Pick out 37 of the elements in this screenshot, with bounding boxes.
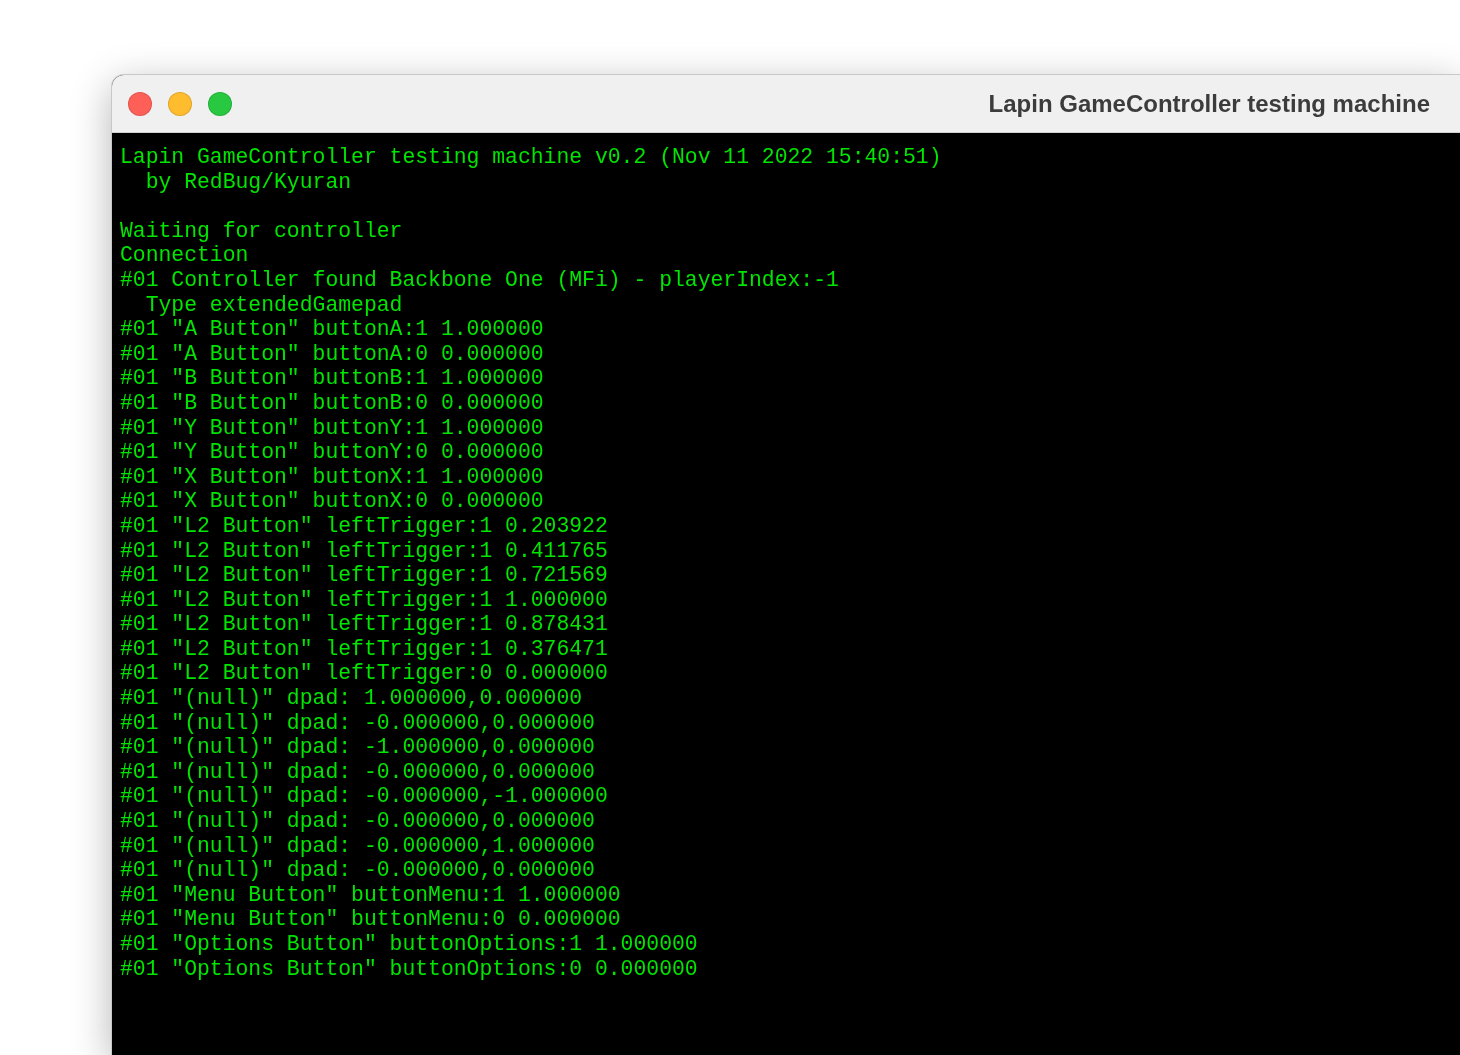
console-line: #01 "B Button" buttonB:0 0.000000 [120,390,545,416]
console-line: #01 "A Button" buttonA:1 1.000000 [120,317,545,342]
console-line: #01 "(null)" dpad: -0.000000,1.000000 [120,833,596,859]
console-line: #01 "(null)" dpad: -0.000000,0.000000 [120,858,596,883]
console-line: #01 "L2 Button" leftTrigger:1 0.878431 [120,612,609,637]
console-line: #01 "L2 Button" leftTrigger:1 0.203922 [120,513,609,539]
console-line: #01 "Menu Button" buttonMenu:1 1.000000 [120,882,622,908]
console-line: #01 "(null)" dpad: -0.000000,-1.000000 [120,784,609,810]
console-line: #01 "L2 Button" leftTrigger:1 0.721569 [120,563,609,588]
console-line: #01 "L2 Button" leftTrigger:1 1.000000 [120,587,609,613]
console-line: Connection [120,243,250,268]
console-line: #01 "Y Button" buttonY:1 1.000000 [120,415,545,441]
console-line: #01 "Options Button" buttonOptions:0 0.000000 [120,956,699,982]
console-line: #01 "X Button" buttonX:0 0.000000 [120,489,545,514]
console-line: #01 "L2 Button" leftTrigger:0 0.000000 [120,661,609,687]
console-line: Lapin GameController testing machine v0.2 (Nov 11 2022 15:40:51) [120,145,943,170]
window-title: Lapin GameController testing machine [988,89,1430,118]
console-line: #01 "Y Button" buttonY:0 0.000000 [120,440,545,465]
console-line: #01 "(null)" dpad: -0.000000,0.000000 [120,809,596,834]
zoom-button[interactable] [208,91,232,116]
console-line: #01 "(null)" dpad: -1.000000,0.000000 [120,735,596,760]
console-line: #01 "(null)" dpad: -0.000000,0.000000 [120,759,596,785]
console-line: Type extendedGamepad [144,292,404,318]
console-line: #01 "Menu Button" buttonMenu:0 0.000000 [120,907,622,932]
console-line: #01 "L2 Button" leftTrigger:1 0.376471 [120,636,609,662]
console-line: #01 "L2 Button" leftTrigger:1 0.411765 [120,538,609,564]
console-line: #01 "(null)" dpad: 1.000000,0.000000 [120,686,584,711]
console-line: #01 "A Button" buttonA:0 0.000000 [120,341,545,367]
console-line: #01 Controller found Backbone One (MFi) - playerIndex:-1 [120,267,840,293]
console-line: #01 "X Button" buttonX:1 1.000000 [120,464,545,490]
close-button[interactable] [128,91,152,116]
console-line: by RedBug/Kyuran [144,169,353,195]
console-line: #01 "(null)" dpad: -0.000000,0.000000 [120,710,596,736]
console-line: #01 "Options Button" buttonOptions:1 1.000000 [120,932,699,957]
minimize-button[interactable] [168,91,192,116]
console-line: Waiting for controller [120,218,404,244]
console-line: #01 "B Button" buttonB:1 1.000000 [120,366,545,391]
